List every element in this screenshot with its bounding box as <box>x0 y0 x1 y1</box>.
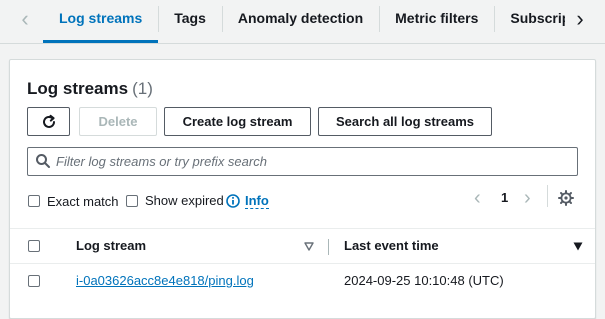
table-row: i-0a03626acc8e4e818/ping.log 2024-09-25 … <box>10 264 595 298</box>
filter-log-streams-input[interactable] <box>56 152 571 171</box>
tab-anomaly-detection[interactable]: Anomaly detection <box>221 0 379 36</box>
chevron-left-icon[interactable]: ‹ <box>10 0 40 38</box>
log-streams-panel: Log streams (1) Delete Create log stream … <box>9 59 596 319</box>
create-log-stream-button[interactable]: Create log stream <box>164 107 311 136</box>
search-icon <box>36 154 50 168</box>
delete-button[interactable]: Delete <box>79 107 157 136</box>
tab-subscriptions[interactable]: Subscriptions <box>494 0 565 36</box>
column-resize-handle[interactable] <box>328 239 329 255</box>
search-all-log-streams-button[interactable]: Search all log streams <box>318 107 492 136</box>
previous-page-icon[interactable]: ‹ <box>474 187 481 210</box>
settings-gear-icon[interactable] <box>558 190 574 206</box>
sorted-descending-icon[interactable] <box>573 242 583 251</box>
log-stream-link[interactable]: i-0a03626acc8e4e818/ping.log <box>76 273 254 288</box>
exact-match-label[interactable]: Exact match <box>47 194 119 209</box>
info-link[interactable]: Info <box>226 193 269 209</box>
column-header-last-event-time[interactable]: Last event time <box>344 238 439 253</box>
stream-count: (1) <box>132 79 153 98</box>
tab-log-streams[interactable]: Log streams <box>43 0 159 43</box>
sort-indicator-icon[interactable] <box>304 242 314 251</box>
table-header: Log stream Last event time <box>10 228 595 264</box>
exact-match-checkbox[interactable] <box>28 195 40 207</box>
row-select-checkbox[interactable] <box>28 275 40 287</box>
tab-tags[interactable]: Tags <box>158 0 222 36</box>
current-page-number[interactable]: 1 <box>501 190 508 205</box>
refresh-button[interactable] <box>27 107 70 136</box>
select-all-checkbox[interactable] <box>28 240 40 252</box>
tab-metric-filters[interactable]: Metric filters <box>379 0 494 36</box>
panel-title: Log streams (1) <box>27 79 153 99</box>
last-event-time-value: 2024-09-25 10:10:48 (UTC) <box>344 273 504 288</box>
column-header-log-stream[interactable]: Log stream <box>76 238 146 253</box>
info-link-text[interactable]: Info <box>245 193 269 209</box>
filter-search-box[interactable] <box>27 147 578 176</box>
show-expired-label[interactable]: Show expired <box>145 193 224 208</box>
show-expired-checkbox[interactable] <box>126 195 138 207</box>
refresh-icon <box>42 114 55 128</box>
tab-list: Log streams Tags Anomaly detection Metri… <box>43 0 565 44</box>
tab-bar: ‹ Log streams Tags Anomaly detection Met… <box>0 0 605 44</box>
next-page-icon[interactable]: › <box>524 187 531 210</box>
tab-divider <box>0 43 605 44</box>
pager-divider <box>547 185 548 207</box>
panel-title-text: Log streams <box>27 79 129 98</box>
info-icon <box>226 194 240 208</box>
chevron-right-icon[interactable]: › <box>565 0 595 38</box>
